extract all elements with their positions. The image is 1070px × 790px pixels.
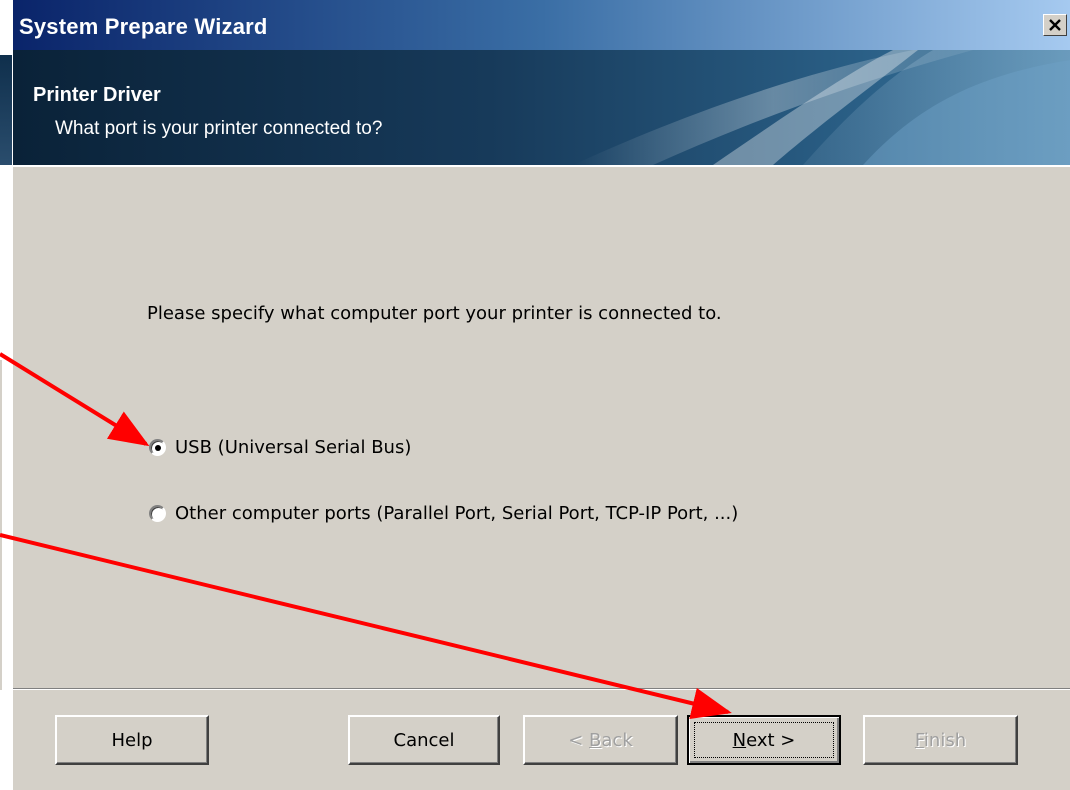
close-button[interactable] — [1043, 14, 1067, 36]
wizard-header: Printer Driver What port is your printer… — [13, 50, 1070, 165]
button-area-divider-highlight — [13, 689, 1070, 690]
background-window-edge-lower — [0, 360, 2, 690]
help-button[interactable]: Help — [55, 715, 209, 765]
usb-option[interactable]: USB (Universal Serial Bus) — [149, 437, 411, 458]
page-title: Printer Driver — [33, 84, 161, 106]
cancel-button-label: Cancel — [393, 729, 455, 751]
other-ports-option-label[interactable]: Other computer ports (Parallel Port, Ser… — [175, 503, 738, 524]
header-swoosh-graphic — [573, 50, 1070, 165]
back-button-label: < Back — [568, 729, 633, 751]
other-ports-option[interactable]: Other computer ports (Parallel Port, Ser… — [149, 503, 738, 524]
close-icon — [1049, 19, 1061, 31]
back-button[interactable]: < Back — [523, 715, 678, 765]
page-subtitle: What port is your printer connected to? — [55, 118, 383, 139]
other-ports-radio[interactable] — [149, 505, 166, 522]
title-bar[interactable]: System Prepare Wizard — [13, 0, 1070, 50]
wizard-window: System Prepare Wizard Printer Driver Wha… — [12, 0, 1070, 790]
help-button-label: Help — [111, 729, 153, 751]
usb-radio[interactable] — [149, 439, 166, 456]
header-divider — [13, 165, 1070, 167]
focus-rectangle — [694, 722, 834, 758]
cancel-button[interactable]: Cancel — [348, 715, 500, 765]
next-button[interactable]: Next > — [687, 715, 841, 765]
finish-button[interactable]: Finish — [863, 715, 1018, 765]
window-title: System Prepare Wizard — [19, 14, 268, 39]
radio-selected-dot — [154, 444, 161, 451]
port-prompt-text: Please specify what computer port your p… — [147, 303, 722, 324]
finish-button-label: Finish — [914, 729, 967, 751]
usb-option-label[interactable]: USB (Universal Serial Bus) — [175, 437, 411, 458]
background-window-edge — [0, 55, 12, 165]
